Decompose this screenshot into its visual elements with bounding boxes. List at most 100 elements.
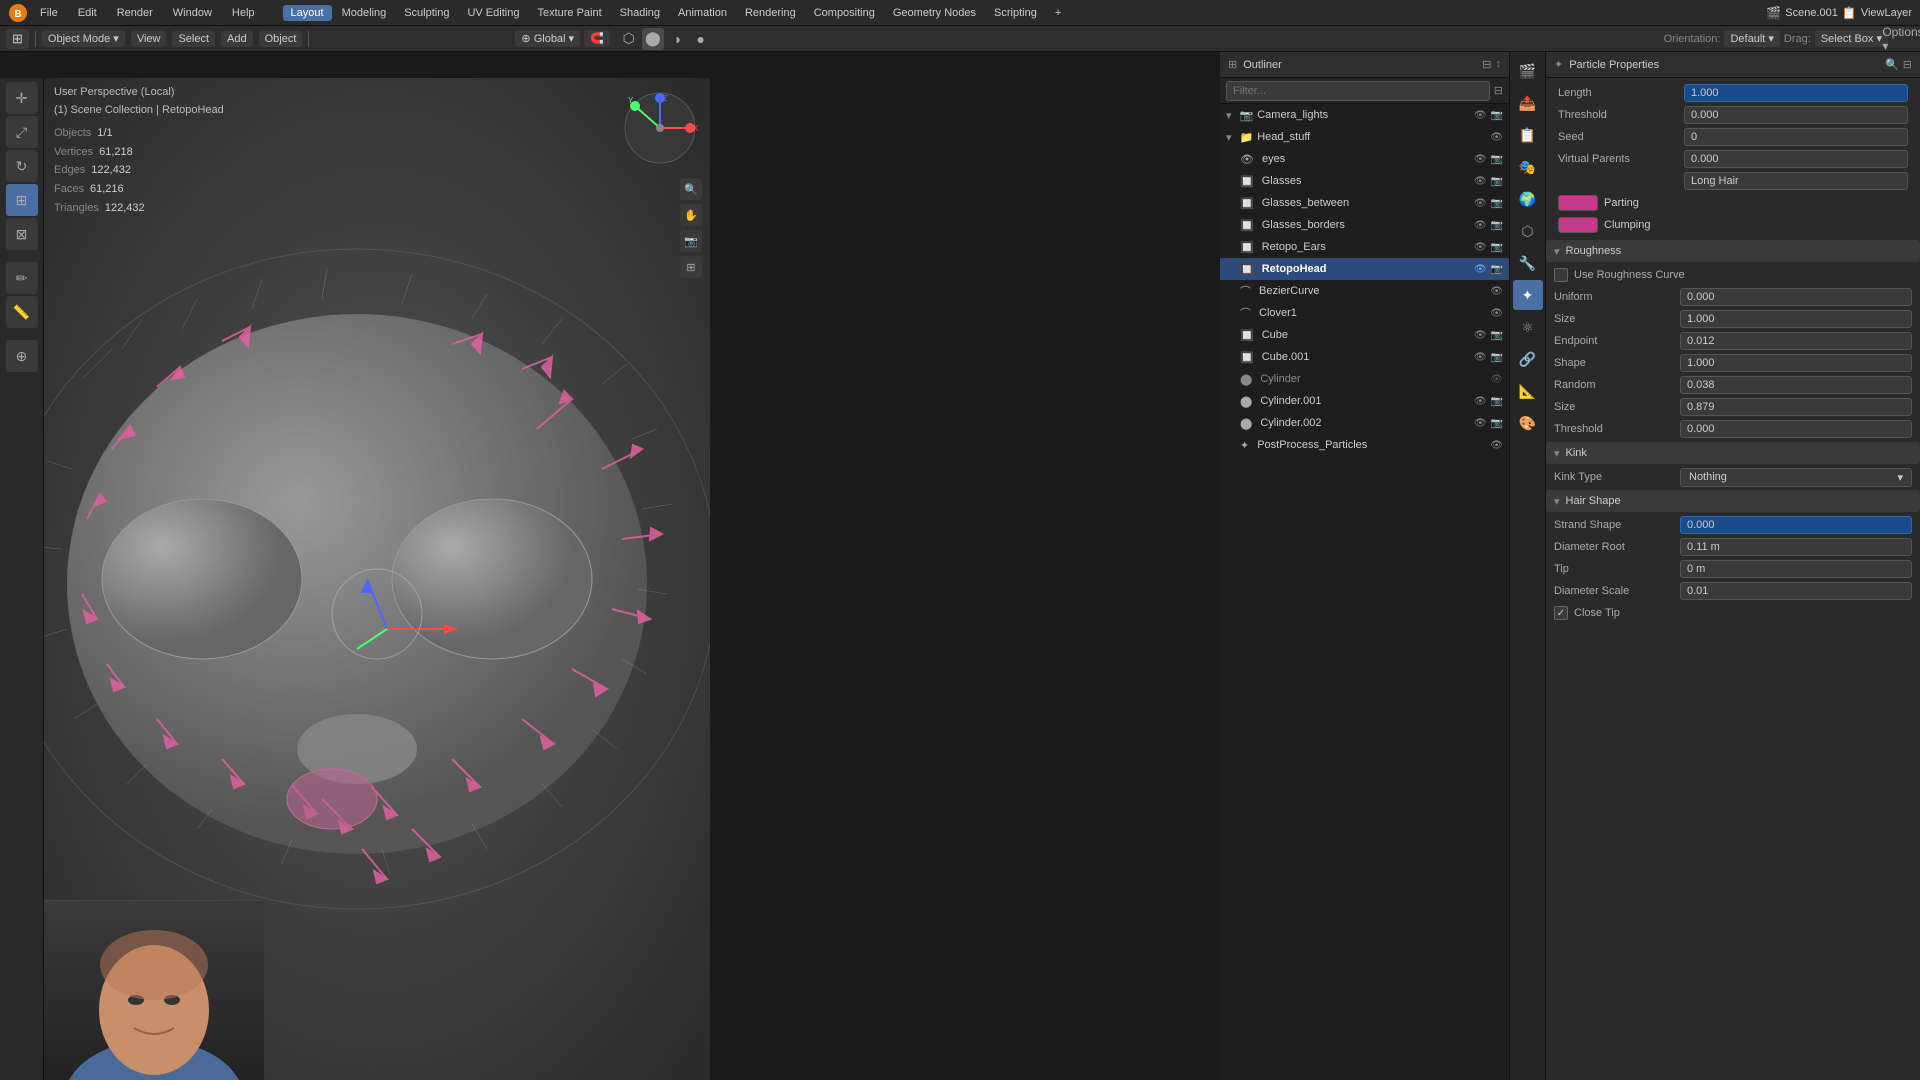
cube-render[interactable]: 📷 — [1491, 330, 1503, 341]
postprocess-vis[interactable]: 👁 — [1490, 440, 1503, 451]
camera-lights-render[interactable]: 📷 — [1491, 110, 1503, 121]
drag-btn[interactable]: Select Box ▾ — [1815, 30, 1888, 47]
tab-modeling[interactable]: Modeling — [334, 5, 395, 21]
outliner-item-retopo-ears[interactable]: 🔲 Retopo_Ears 👁 📷 — [1220, 236, 1509, 258]
filter-props-icon[interactable]: ⊟ — [1903, 58, 1912, 71]
menu-help[interactable]: Help — [224, 5, 263, 21]
search-props-icon[interactable]: 🔍 — [1885, 58, 1899, 71]
glasses-vis[interactable]: 👁 — [1474, 176, 1487, 187]
material-btn[interactable]: ◑ — [666, 28, 688, 50]
cube-vis[interactable]: 👁 — [1474, 330, 1487, 341]
tip-value[interactable]: 0 m — [1680, 560, 1912, 578]
random-value[interactable]: 0.038 — [1680, 376, 1912, 394]
outliner-item-camera-lights[interactable]: ▾ 📷 Camera_lights 👁 📷 — [1220, 104, 1509, 126]
cursor-tool[interactable]: ✛ — [6, 82, 38, 114]
tab-view-layer[interactable]: 📋 — [1513, 120, 1543, 150]
cylinder002-render[interactable]: 📷 — [1491, 418, 1503, 429]
object-mode-btn[interactable]: Object Mode ▾ — [42, 30, 125, 47]
outliner-item-cube[interactable]: 🔲 Cube 👁 📷 — [1220, 324, 1509, 346]
select-menu-btn[interactable]: Select — [172, 31, 215, 47]
add-tool[interactable]: ⊕ — [6, 340, 38, 372]
tab-add[interactable]: + — [1047, 5, 1069, 21]
diameter-root-value[interactable]: 0.11 m — [1680, 538, 1912, 556]
move-tool[interactable]: ⤢ — [6, 116, 38, 148]
cylinder001-render[interactable]: 📷 — [1491, 396, 1503, 407]
options-btn[interactable]: Options ▾ — [1892, 28, 1914, 50]
tab-layout[interactable]: Layout — [283, 5, 332, 21]
outliner-item-cube001[interactable]: 🔲 Cube.001 👁 📷 — [1220, 346, 1509, 368]
eyes-render[interactable]: 📷 — [1491, 154, 1503, 165]
tab-physics[interactable]: ⚛ — [1513, 312, 1543, 342]
hair-shape-section-header[interactable]: ▾ Hair Shape — [1546, 490, 1920, 512]
view-menu-btn[interactable]: View — [131, 31, 167, 47]
glasses-between-vis[interactable]: 👁 — [1474, 198, 1487, 209]
editor-type-btn[interactable]: ⊞ — [6, 29, 29, 49]
kink-section-header[interactable]: ▾ Kink — [1546, 442, 1920, 464]
solid-btn[interactable]: ⬤ — [642, 28, 664, 50]
endpoint-value[interactable]: 0.012 — [1680, 332, 1912, 350]
object-menu-btn[interactable]: Object — [259, 31, 303, 47]
outliner-item-cylinder001[interactable]: ⬤ Cylinder.001 👁 📷 — [1220, 390, 1509, 412]
transform-pivot-btn[interactable]: ⊕ Global ▾ — [515, 30, 580, 47]
outliner-item-postprocess[interactable]: ✦ PostProcess_Particles 👁 — [1220, 434, 1509, 456]
glasses-between-render[interactable]: 📷 — [1491, 198, 1503, 209]
cylinder002-vis[interactable]: 👁 — [1474, 418, 1487, 429]
outliner-item-eyes[interactable]: 👁 eyes 👁 📷 — [1220, 148, 1509, 170]
retopohead-vis[interactable]: 👁 — [1474, 264, 1487, 275]
cube001-render[interactable]: 📷 — [1491, 352, 1503, 363]
outliner-item-retopohead[interactable]: 🔲 RetopoHead 👁 📷 — [1220, 258, 1509, 280]
clumping-swatch[interactable] — [1558, 217, 1598, 233]
cube001-vis[interactable]: 👁 — [1474, 352, 1487, 363]
random-threshold-value[interactable]: 0.000 — [1680, 420, 1912, 438]
eyes-vis[interactable]: 👁 — [1474, 154, 1487, 165]
outliner-item-glasses-between[interactable]: 🔲 Glasses_between 👁 📷 — [1220, 192, 1509, 214]
tab-constraints[interactable]: 🔗 — [1513, 344, 1543, 374]
uniform-size-value[interactable]: 1.000 — [1680, 310, 1912, 328]
scale-tool[interactable]: ⊞ — [6, 184, 38, 216]
outliner-item-bezier-curve[interactable]: ⌒ BezierCurve 👁 — [1220, 280, 1509, 302]
camera-lights-visibility[interactable]: 👁 — [1474, 110, 1487, 121]
orientation-btn[interactable]: Default ▾ — [1724, 30, 1779, 47]
zoom-in-btn[interactable]: 🔍 — [680, 178, 702, 200]
tab-sculpting[interactable]: Sculpting — [396, 5, 457, 21]
transform-tool[interactable]: ⊠ — [6, 218, 38, 250]
diameter-scale-value[interactable]: 0.01 — [1680, 582, 1912, 600]
glasses-render[interactable]: 📷 — [1491, 176, 1503, 187]
retopo-ears-vis[interactable]: 👁 — [1474, 242, 1487, 253]
menu-edit[interactable]: Edit — [70, 5, 105, 21]
tab-texture-paint[interactable]: Texture Paint — [529, 5, 609, 21]
length-value[interactable]: 1.000 — [1684, 84, 1908, 102]
tab-compositing[interactable]: Compositing — [806, 5, 883, 21]
menu-render[interactable]: Render — [109, 5, 161, 21]
rotate-tool[interactable]: ↻ — [6, 150, 38, 182]
wireframe-btn[interactable]: ⬡ — [618, 28, 640, 50]
snap-btn[interactable]: 🧲 — [584, 30, 610, 47]
tab-uv-editing[interactable]: UV Editing — [459, 5, 527, 21]
seed-value[interactable]: 0 — [1684, 128, 1908, 146]
strand-shape-value[interactable]: 0.000 — [1680, 516, 1912, 534]
tab-material[interactable]: 🎨 — [1513, 408, 1543, 438]
outliner-filter-icon[interactable]: ⊟ — [1482, 58, 1491, 71]
outliner-search-input[interactable] — [1226, 81, 1490, 101]
glasses-borders-render[interactable]: 📷 — [1491, 220, 1503, 231]
menu-window[interactable]: Window — [165, 5, 220, 21]
annotate-tool[interactable]: ✏ — [6, 262, 38, 294]
outliner-item-clover1[interactable]: ⌒ Clover1 👁 — [1220, 302, 1509, 324]
cylinder001-vis[interactable]: 👁 — [1474, 396, 1487, 407]
clover-vis[interactable]: 👁 — [1490, 308, 1503, 319]
add-menu-btn[interactable]: Add — [221, 31, 253, 47]
bezier-vis[interactable]: 👁 — [1490, 286, 1503, 297]
camera-view-btn[interactable]: 📷 — [680, 230, 702, 252]
move-view-btn[interactable]: ✋ — [680, 204, 702, 226]
rendered-btn[interactable]: ● — [690, 28, 712, 50]
kink-type-dropdown[interactable]: Nothing ▾ — [1680, 468, 1912, 487]
outliner-item-cylinder[interactable]: ⬤ Cylinder 👁 — [1220, 368, 1509, 390]
outliner-sync-icon[interactable]: ↕ — [1496, 58, 1502, 71]
measure-tool[interactable]: 📏 — [6, 296, 38, 328]
tab-scene[interactable]: 🎭 — [1513, 152, 1543, 182]
menu-file[interactable]: File — [32, 5, 66, 21]
tab-geometry-nodes[interactable]: Geometry Nodes — [885, 5, 984, 21]
tab-object[interactable]: ⬡ — [1513, 216, 1543, 246]
tab-shading[interactable]: Shading — [612, 5, 668, 21]
threshold-value[interactable]: 0.000 — [1684, 106, 1908, 124]
